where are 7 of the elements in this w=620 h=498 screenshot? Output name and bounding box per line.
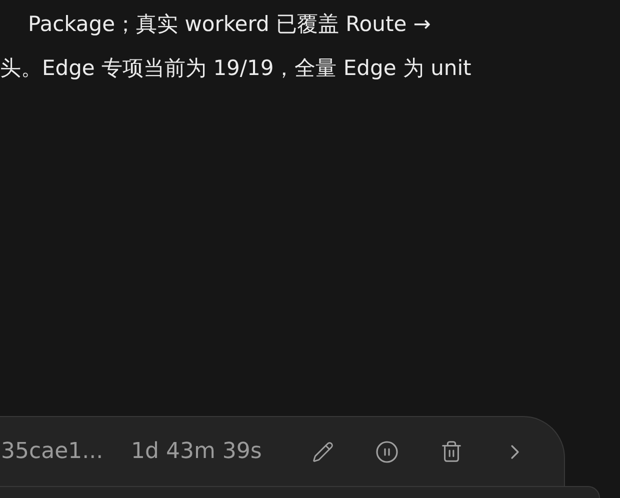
pause-icon[interactable] (375, 440, 399, 464)
task-id: 35cae1... (1, 439, 104, 464)
message-text: 头。Edge 专项当前为 19/19，全量 Edge 为 unit (0, 55, 472, 82)
trash-icon[interactable] (440, 440, 462, 463)
message-text: Package；真实 workerd 已覆盖 Route → (27, 11, 432, 38)
elapsed-time: 1d 43m 39s (131, 439, 263, 464)
pencil-icon[interactable] (312, 440, 334, 462)
